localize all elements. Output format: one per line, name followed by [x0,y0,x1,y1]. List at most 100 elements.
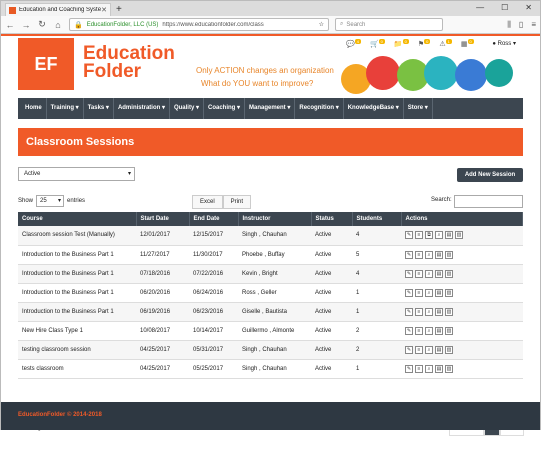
col-end-date[interactable]: End Date [189,212,239,226]
user-menu[interactable]: ● Ross ▾ [492,40,516,47]
report-icon[interactable]: ▥ [455,231,463,240]
list-icon[interactable]: ≡ [415,288,423,297]
cell-course[interactable]: Introduction to the Business Part 1 [18,245,136,265]
folder-icon[interactable]: 📁 0 [394,39,409,48]
report-icon[interactable]: ▥ [445,269,453,278]
address-bar[interactable]: 🔒 EducationFolder, LLC (US) https://www.… [69,18,329,31]
menu-training[interactable]: Training ▾ [47,98,84,119]
view-icon[interactable]: ⌕ [425,288,433,297]
cell-course[interactable]: tests classroom [18,359,136,379]
menu-knowledgebase[interactable]: KnowledgeBase ▾ [344,98,404,119]
cell-course[interactable]: Introduction to the Business Part 1 [18,283,136,303]
star-icon[interactable]: ☆ [319,21,324,28]
cell-course[interactable]: Classroom session Test (Manually) [18,226,136,246]
edit-icon[interactable]: ✎ [405,269,413,278]
menu-icon[interactable]: ≡ [531,20,536,30]
alert-icon[interactable]: ⚠ 1 [439,39,452,48]
logo-text[interactable]: Education Folder [83,44,175,81]
report-icon[interactable]: ▥ [445,364,453,373]
table-search-input[interactable] [454,195,523,208]
chat-icon[interactable]: 💬 4 [346,39,361,48]
back-icon[interactable]: ← [5,20,15,30]
reload-icon[interactable]: ↻ [37,19,47,30]
list-icon[interactable]: ≡ [415,364,423,373]
menu-recognition[interactable]: Recognition ▾ [295,98,344,119]
col-start-date[interactable]: Start Date [136,212,190,226]
list-icon[interactable]: ≡ [415,269,423,278]
sidebar-icon[interactable]: ▯ [519,20,523,30]
edit-icon[interactable]: ✎ [405,231,413,240]
chevron-down-icon: ▾ [127,171,131,177]
menu-quality[interactable]: Quality ▾ [170,98,204,119]
status-filter-select[interactable]: Active ▾ [18,167,135,181]
cell-course[interactable]: testing classroom session [18,340,136,360]
menu-home[interactable]: Home [21,98,47,119]
col-status[interactable]: Status [311,212,353,226]
doc-icon[interactable]: ▤ [445,231,453,240]
entries-select[interactable]: 25 ▾ [36,195,65,207]
cell-course[interactable]: New Hire Class Type 1 [18,321,136,341]
doc-icon[interactable]: ▤ [435,326,443,335]
edit-icon[interactable]: ✎ [405,307,413,316]
calendar-icon[interactable]: ▦ 0 [461,39,474,48]
list-icon[interactable]: ≡ [415,345,423,354]
view-icon[interactable]: ⌕ [425,307,433,316]
menu-management[interactable]: Management ▾ [245,98,296,119]
doc-icon[interactable]: ▤ [435,345,443,354]
edit-icon[interactable]: ✎ [405,288,413,297]
library-icon[interactable]: ⫼ [507,20,511,30]
logo-icon[interactable]: EF [18,38,74,90]
copy-icon[interactable]: ⧉ [425,231,433,240]
list-icon[interactable]: ≡ [415,307,423,316]
close-tab-icon[interactable]: ✕ [101,6,107,14]
alert-badge: 1 [445,39,452,44]
view-icon[interactable]: ⌕ [425,345,433,354]
view-icon[interactable]: ⌕ [425,364,433,373]
edit-icon[interactable]: ✎ [405,326,413,335]
doc-icon[interactable]: ▤ [435,250,443,259]
view-icon[interactable]: ⌕ [435,231,443,240]
browser-tab[interactable]: Education and Coaching Syste ✕ [5,3,111,16]
edit-icon[interactable]: ✎ [405,250,413,259]
menu-coaching[interactable]: Coaching ▾ [204,98,245,119]
view-icon[interactable]: ⌕ [425,326,433,335]
excel-button[interactable]: Excel [192,195,223,209]
doc-icon[interactable]: ▤ [435,307,443,316]
home-icon[interactable]: ⌂ [53,20,63,30]
report-icon[interactable]: ▥ [445,250,453,259]
view-icon[interactable]: ⌕ [425,269,433,278]
menu-administration[interactable]: Administration ▾ [114,98,170,119]
new-tab-button[interactable]: + [116,3,122,16]
maximize-icon[interactable]: ☐ [501,3,508,12]
list-icon[interactable]: ≡ [415,231,423,240]
list-icon[interactable]: ≡ [415,326,423,335]
cell-end-date: 06/23/2016 [189,302,238,322]
edit-icon[interactable]: ✎ [405,364,413,373]
doc-icon[interactable]: ▤ [435,269,443,278]
flag-icon[interactable]: ⚑ 0 [418,39,431,48]
cart-icon[interactable]: 🛒 0 [370,39,385,48]
doc-icon[interactable]: ▤ [435,364,443,373]
browser-search-input[interactable]: ⌕ Search [335,18,443,31]
report-icon[interactable]: ▥ [445,345,453,354]
minimize-icon[interactable]: — [476,3,484,12]
menu-tasks[interactable]: Tasks ▾ [84,98,114,119]
report-icon[interactable]: ▥ [445,326,453,335]
view-icon[interactable]: ⌕ [425,250,433,259]
col-students[interactable]: Students [352,212,402,226]
list-icon[interactable]: ≡ [415,250,423,259]
doc-icon[interactable]: ▤ [435,288,443,297]
edit-icon[interactable]: ✎ [405,345,413,354]
cell-instructor: Ross , Geller [238,283,311,303]
col-course[interactable]: Course [18,212,137,226]
close-window-icon[interactable]: ✕ [525,3,532,12]
report-icon[interactable]: ▥ [445,307,453,316]
menu-store[interactable]: Store ▾ [404,98,433,119]
col-instructor[interactable]: Instructor [238,212,312,226]
add-new-session-button[interactable]: Add New Session [457,168,523,182]
cell-course[interactable]: Introduction to the Business Part 1 [18,264,136,284]
forward-icon[interactable]: → [21,20,31,30]
print-button[interactable]: Print [222,195,252,209]
report-icon[interactable]: ▥ [445,288,453,297]
cell-course[interactable]: Introduction to the Business Part 1 [18,302,136,322]
